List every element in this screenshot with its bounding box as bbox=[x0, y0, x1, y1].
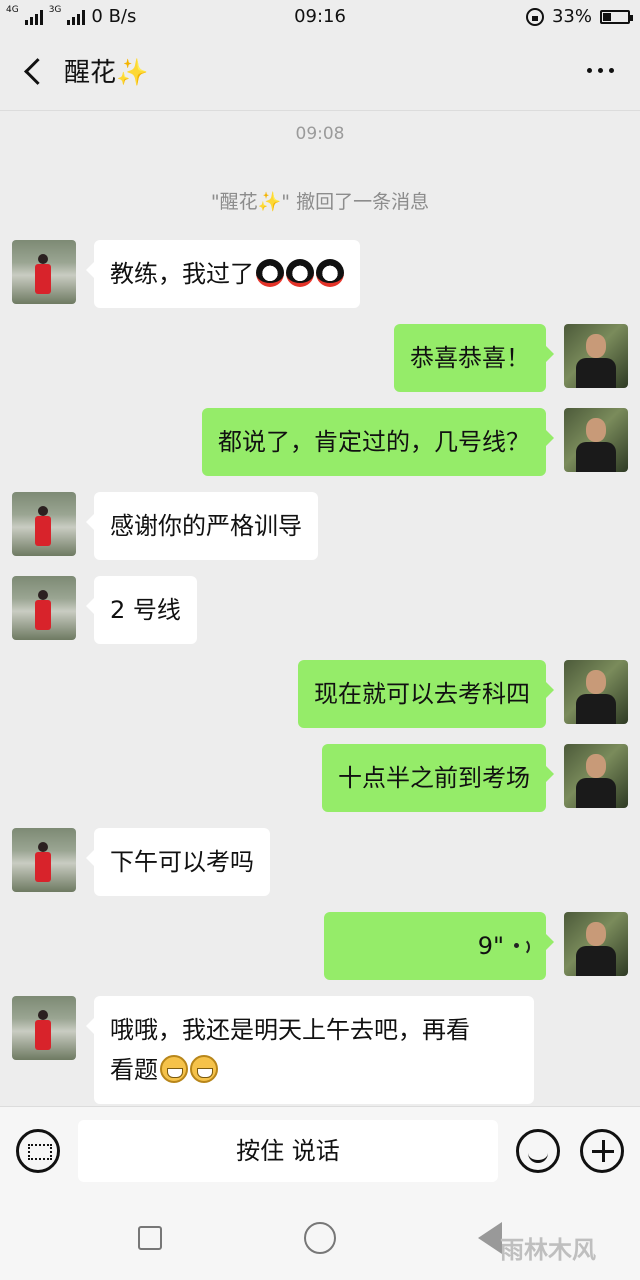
my-avatar[interactable] bbox=[564, 324, 628, 388]
message-text: 都说了，肯定过的，几号线？ bbox=[218, 428, 530, 456]
message-text: 教练，我过了 bbox=[110, 260, 254, 288]
watermark: 雨林木风 bbox=[500, 1236, 596, 1264]
chat-header: 醒花✨ bbox=[0, 34, 640, 111]
message-text: 下午可以考吗 bbox=[110, 848, 254, 876]
message-bubble[interactable]: 下午可以考吗 bbox=[86, 828, 270, 896]
message-bubble[interactable]: 现在就可以去考科四 bbox=[298, 660, 554, 728]
hold-to-talk-button[interactable]: 按住 说话 bbox=[78, 1120, 498, 1182]
contact-name: 醒花✨ bbox=[64, 58, 149, 88]
recent-apps-button[interactable] bbox=[138, 1226, 162, 1250]
message-bubble[interactable]: 十点半之前到考场 bbox=[322, 744, 554, 812]
recall-notice: "醒花✨" 撤回了一条消息 bbox=[210, 191, 430, 213]
system-nav-bar: 雨林木风 bbox=[0, 1196, 640, 1280]
status-bar: 4G 3G 0 B/s 09:16 33% bbox=[0, 0, 640, 34]
message-bubble[interactable]: 感谢你的严格训导 bbox=[86, 492, 318, 560]
message-bubble[interactable]: 都说了，肯定过的，几号线？ bbox=[202, 408, 554, 476]
emoji-icon[interactable] bbox=[516, 1129, 560, 1173]
my-avatar[interactable] bbox=[564, 744, 628, 808]
rotation-lock-icon bbox=[525, 7, 544, 26]
contact-avatar[interactable] bbox=[12, 828, 76, 892]
my-avatar[interactable] bbox=[564, 912, 628, 976]
contact-avatar[interactable] bbox=[12, 996, 76, 1060]
message-bubble[interactable]: 恭喜恭喜！ bbox=[394, 324, 554, 392]
message-text-line: 哦哦，我还是明天上午去吧，再看 bbox=[110, 1016, 470, 1044]
voice-wave-icon bbox=[512, 935, 530, 957]
contact-avatar[interactable] bbox=[12, 240, 76, 304]
keyboard-icon[interactable] bbox=[16, 1129, 60, 1173]
battery-fill bbox=[603, 12, 611, 21]
message-list[interactable]: 09:08 "醒花✨" 撤回了一条消息 教练，我过了 恭喜恭喜！ 都说了，肯定过… bbox=[0, 110, 640, 1106]
contact-avatar[interactable] bbox=[12, 576, 76, 640]
plus-icon[interactable] bbox=[580, 1129, 624, 1173]
message-timestamp: 09:08 bbox=[295, 124, 345, 144]
grin-emoji-icon bbox=[160, 1055, 188, 1083]
voice-message[interactable]: 9" bbox=[324, 912, 554, 980]
home-button[interactable] bbox=[304, 1222, 336, 1254]
penguin-emoji-icon bbox=[316, 259, 344, 287]
back-button[interactable] bbox=[18, 54, 54, 90]
contact-avatar[interactable] bbox=[12, 492, 76, 556]
penguin-emoji-icon bbox=[256, 259, 284, 287]
message-text: 感谢你的严格训导 bbox=[110, 512, 302, 540]
message-text: 现在就可以去考科四 bbox=[314, 680, 530, 708]
message-text-line: 看题 bbox=[110, 1056, 158, 1084]
battery-percent: 33% bbox=[551, 6, 592, 27]
message-text: 2 号线 bbox=[110, 596, 181, 624]
message-bubble[interactable]: 2 号线 bbox=[86, 576, 197, 644]
message-text: 恭喜恭喜！ bbox=[410, 344, 530, 372]
my-avatar[interactable] bbox=[564, 660, 628, 724]
message-bubble[interactable]: 教练，我过了 bbox=[86, 240, 360, 308]
battery-icon bbox=[600, 9, 633, 24]
message-bubble[interactable]: 哦哦，我还是明天上午去吧，再看 看题 bbox=[86, 996, 534, 1104]
more-options-icon[interactable] bbox=[587, 68, 614, 73]
voice-duration: 9" bbox=[477, 932, 504, 960]
my-avatar[interactable] bbox=[564, 408, 628, 472]
status-right: 33% bbox=[525, 6, 633, 27]
penguin-emoji-icon bbox=[286, 259, 314, 287]
grin-emoji-icon bbox=[190, 1055, 218, 1083]
input-bar: 按住 说话 bbox=[0, 1106, 640, 1197]
back-nav-button[interactable] bbox=[478, 1222, 502, 1254]
message-text: 十点半之前到考场 bbox=[338, 764, 530, 792]
